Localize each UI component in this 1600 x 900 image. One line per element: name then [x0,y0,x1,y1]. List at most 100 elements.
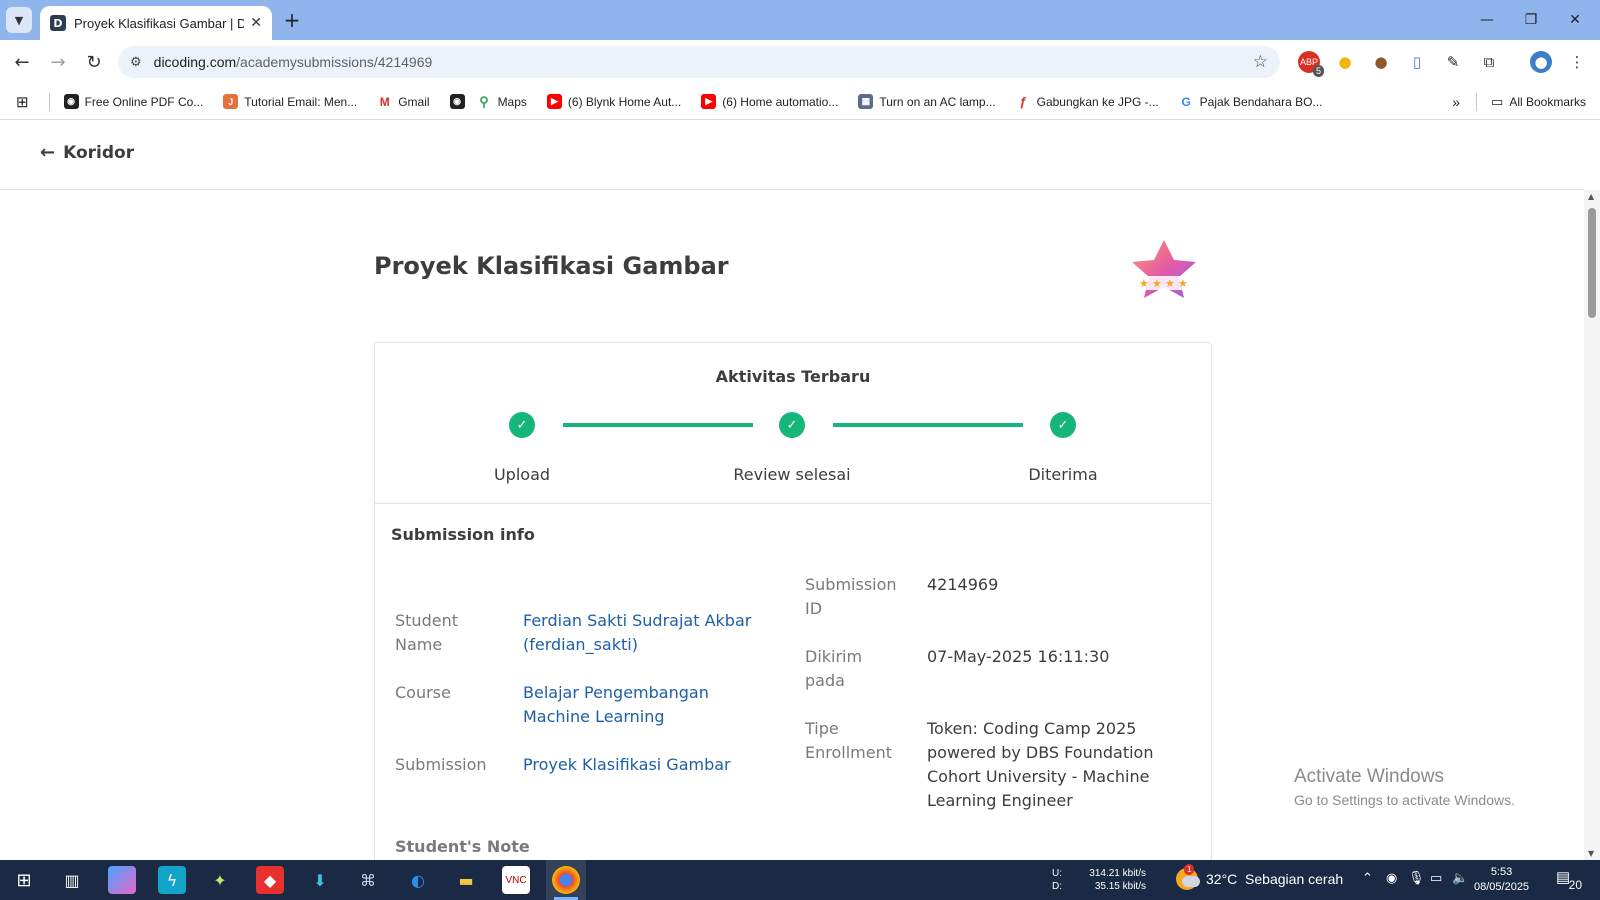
forward-button[interactable]: → [44,48,72,76]
page-header: ← Koridor [0,120,1584,190]
globe-icon: ◉ [63,94,79,109]
network-tool-icon[interactable]: ⌘ [354,866,382,894]
bookmark-item[interactable]: ⚲ Maps [476,94,527,109]
windows-taskbar: ⊞ ▥ ϟ ✦ ◆ ⬇ ⌘ ◐ ▬ VNC U: 314.21 kbit/s D:… [0,860,1600,900]
back-to-koridor-link[interactable]: ← Koridor [40,142,134,163]
bookmark-item[interactable]: ◉ Free Online PDF Co... [63,94,203,109]
svg-text:★: ★ [1139,277,1149,290]
active-tab[interactable]: D Proyek Klasifikasi Gambar | Dicoding ✕ [40,6,272,40]
anydesk-icon[interactable]: ◆ [256,866,284,894]
bookmark-item[interactable]: ▦ Turn on an AC lamp... [858,94,996,109]
edge-like-app-icon[interactable]: ◐ [404,866,432,894]
download-label: D: [1052,881,1062,892]
reload-button[interactable]: ↻ [80,48,108,76]
address-bar[interactable]: ⚙ dicoding.com/academysubmissions/421496… [118,46,1280,78]
lightning-app-icon[interactable]: ϟ [158,866,186,894]
task-view-icon[interactable]: ▥ [58,866,86,894]
svg-text:★: ★ [1152,277,1162,290]
close-icon[interactable]: ✕ [250,15,262,31]
weather-widget[interactable]: 1 32°C Sebagian cerah [1176,864,1344,890]
apps-grid-icon: ⊞ [16,93,29,111]
copilot-icon[interactable] [108,866,136,894]
rating-star-badge-icon: ★ ★ ★ ★ [1132,240,1196,298]
bookmarks-separator [1476,92,1478,111]
globe-icon: ◉ [449,94,465,109]
scroll-up-icon[interactable]: ▲ [1588,192,1594,201]
minimize-button[interactable]: — [1466,6,1508,34]
sent-at-value: 07-May-2025 16:11:30 [927,647,1110,666]
bookmark-item[interactable]: ▶ (6) Blynk Home Aut... [546,94,681,109]
submission-id-value: 4214969 [927,575,999,594]
vnc-viewer-icon[interactable]: VNC [502,866,530,894]
activate-windows-watermark: Activate Windows Go to Settings to activ… [1294,766,1515,808]
bookmark-item[interactable]: G Pajak Bendahara BO... [1178,94,1322,109]
new-tab-button[interactable]: + [280,8,304,32]
speaker-muted-icon[interactable]: 🔈 [1452,871,1468,886]
site-icon: ƒ [1015,94,1031,109]
notification-center-button[interactable]: ▤ 20 [1556,868,1582,892]
dicoding-icon: D [50,15,66,31]
window-close-button[interactable]: ✕ [1554,6,1596,34]
card-divider [375,503,1211,504]
arduino-like-app-icon[interactable]: ✦ [206,866,234,894]
submission-card: Aktivitas Terbaru ✓ ✓ ✓ Upload Review se… [374,342,1212,860]
bookmark-star-icon[interactable]: ☆ [1253,52,1268,72]
bookmark-item[interactable]: M Gmail [377,94,430,109]
lightbulb-extension-icon[interactable]: ● [1334,51,1356,73]
weather-text: 32°C Sebagian cerah [1206,871,1344,887]
watermark-line-2: Go to Settings to activate Windows. [1294,792,1515,808]
kebab-menu-icon[interactable]: ⋮ [1566,51,1588,73]
python-tool-icon[interactable]: ⬇ [306,866,334,894]
bookmark-item[interactable]: ƒ Gabungkan ke JPG -... [1015,94,1159,109]
restore-button[interactable]: ❐ [1510,6,1552,34]
microphone-icon[interactable]: 🎙 [1408,871,1425,886]
all-bookmarks-button[interactable]: All Bookmarks [1509,95,1586,109]
url-path: /academysubmissions/4214969 [236,54,433,70]
windows-start-icon[interactable]: ⊞ [10,866,38,894]
profile-avatar[interactable]: ● [1530,51,1552,73]
bookmark-item[interactable]: J Tutorial Email: Men... [223,94,357,109]
meet-now-icon[interactable]: ◉ [1386,871,1397,886]
bookmarks-separator [48,92,50,111]
arrow-left-icon: ← [14,51,30,73]
back-link-label: Koridor [63,142,135,163]
bookmarks-right: » ▭ All Bookmarks [1452,84,1586,119]
chrome-icon[interactable] [552,866,580,894]
submission-label: Submission [395,755,487,774]
scroll-thumb[interactable] [1588,208,1596,318]
more-bookmarks-icon[interactable]: » [1452,94,1460,110]
document-extension-icon[interactable]: ▯ [1406,51,1428,73]
bookmark-item[interactable]: ◉ [449,94,465,109]
browser-toolbar: ← → ↻ ⚙ dicoding.com/academysubmissions/… [0,40,1600,84]
system-clock[interactable]: 5:53 08/05/2025 [1474,865,1529,895]
file-explorer-icon[interactable]: ▬ [452,866,480,894]
cookie-extension-icon[interactable]: ● [1370,51,1392,73]
student-name-link[interactable]: Ferdian Sakti Sudrajat Akbar (ferdian_sa… [523,609,773,657]
page-scrollbar[interactable]: ▲ ▼ [1584,190,1600,860]
submission-link[interactable]: Proyek Klasifikasi Gambar [523,753,773,777]
clock-date: 08/05/2025 [1474,881,1530,893]
step-connector [563,423,753,427]
apps-button[interactable]: ⊞ [16,93,29,111]
network-speed-meter: U: 314.21 kbit/s D: 35.15 kbit/s [1052,867,1146,893]
extensions-puzzle-icon[interactable]: ⧉ [1478,51,1500,73]
weather-alert-badge: 1 [1184,864,1195,875]
clock-time: 5:53 [1490,866,1513,878]
step-accepted-check-icon: ✓ [1050,412,1076,438]
network-icon[interactable]: ▭ [1430,871,1442,886]
adblock-extension-icon[interactable]: ABP 5 [1298,51,1324,77]
site-icon: J [223,94,239,109]
scroll-down-icon[interactable]: ▼ [1588,849,1594,858]
site-info-icon[interactable]: ⚙ [130,55,142,70]
chevron-up-icon[interactable]: ⌃ [1362,871,1373,886]
download-speed: 35.15 kbit/s [1094,881,1146,892]
tab-search-button[interactable]: ▼ [6,7,32,33]
arrow-right-icon: → [50,51,66,73]
youtube-icon: ▶ [546,94,562,109]
bookmark-item[interactable]: ▶ (6) Home automatio... [701,94,838,109]
eyedropper-extension-icon[interactable]: ✎ [1442,51,1464,73]
course-label: Course [395,683,451,702]
bookmarks-bar: ⊞ ◉ Free Online PDF Co... J Tutorial Email… [0,84,1600,120]
course-link[interactable]: Belajar Pengembangan Machine Learning [523,681,773,729]
back-button[interactable]: ← [8,48,36,76]
